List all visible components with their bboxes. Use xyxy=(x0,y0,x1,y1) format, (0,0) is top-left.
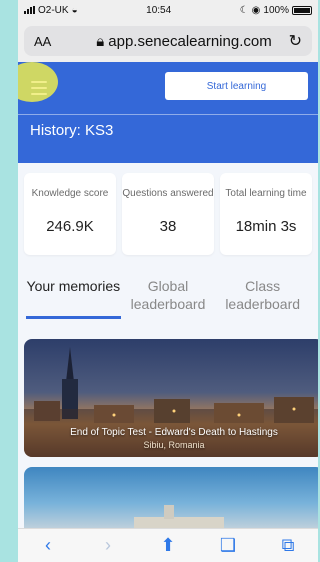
tab-class-leaderboard[interactable]: Class leaderboard xyxy=(215,277,310,319)
reload-icon[interactable]: ↻ xyxy=(284,31,302,51)
carrier-label: O2-UK xyxy=(38,4,69,16)
stat-label: Total learning time xyxy=(225,188,307,199)
text-size-button[interactable]: AA xyxy=(34,34,84,49)
tab-global-leaderboard[interactable]: Global leaderboard xyxy=(121,277,216,319)
memory-card-location: Sibiu, Romania xyxy=(143,440,205,450)
stat-value: 246.9K xyxy=(46,218,94,235)
share-icon[interactable]: ⬆︎ xyxy=(153,535,183,556)
stats-row: Knowledge score 246.9K Questions answere… xyxy=(18,173,318,255)
battery-percent: 100% xyxy=(263,4,289,16)
stat-label: Questions answered xyxy=(122,188,214,199)
status-bar: O2-UK ◒ 10:54 ☾ ◉ 100% xyxy=(18,0,318,20)
stat-label: Knowledge score xyxy=(31,188,109,199)
start-learning-button[interactable]: Start learning xyxy=(165,72,308,100)
battery-icon xyxy=(291,5,312,15)
url-text: app.senecalearning.com xyxy=(108,32,272,50)
moon-icon: ☾ xyxy=(239,4,249,16)
back-icon[interactable]: ‹ xyxy=(33,535,63,556)
lock-icon: 🔒︎ xyxy=(96,32,105,50)
stat-value: 38 xyxy=(159,218,177,235)
clock: 10:54 xyxy=(146,4,172,16)
stat-questions-answered: Questions answered 38 xyxy=(122,173,214,255)
lock-rotation-icon: ◉ xyxy=(251,4,261,16)
memory-card-title: End of Topic Test - Edward's Death to Ha… xyxy=(70,427,278,438)
tab-bar: Your memories Global leaderboard Class l… xyxy=(18,277,318,319)
wifi-icon: ◒ xyxy=(71,4,78,16)
address-bar[interactable]: AA 🔒︎ app.senecalearning.com ↻ xyxy=(24,26,312,56)
stat-learning-time: Total learning time 18min 3s xyxy=(220,173,312,255)
signal-icon xyxy=(24,6,35,14)
header-divider xyxy=(18,114,318,115)
stat-knowledge-score: Knowledge score 246.9K xyxy=(24,173,116,255)
tab-your-memories[interactable]: Your memories xyxy=(26,277,121,319)
bookmarks-icon[interactable]: ❑ xyxy=(213,535,243,556)
tabs-icon[interactable]: ⧉ xyxy=(273,535,303,556)
subject-title: History: KS3 xyxy=(30,122,114,139)
forward-icon[interactable]: › xyxy=(93,535,123,556)
app-header: Start learning History: KS3 xyxy=(18,62,318,163)
phone-screen: O2-UK ◒ 10:54 ☾ ◉ 100% AA 🔒︎ app.senecal… xyxy=(18,0,318,562)
hamburger-menu-button[interactable] xyxy=(25,74,53,102)
stat-value: 18min 3s xyxy=(235,218,297,235)
memory-card[interactable]: End of Topic Test - Edward's Death to Ha… xyxy=(24,339,318,457)
browser-toolbar: ‹ › ⬆︎ ❑ ⧉ xyxy=(18,528,318,562)
